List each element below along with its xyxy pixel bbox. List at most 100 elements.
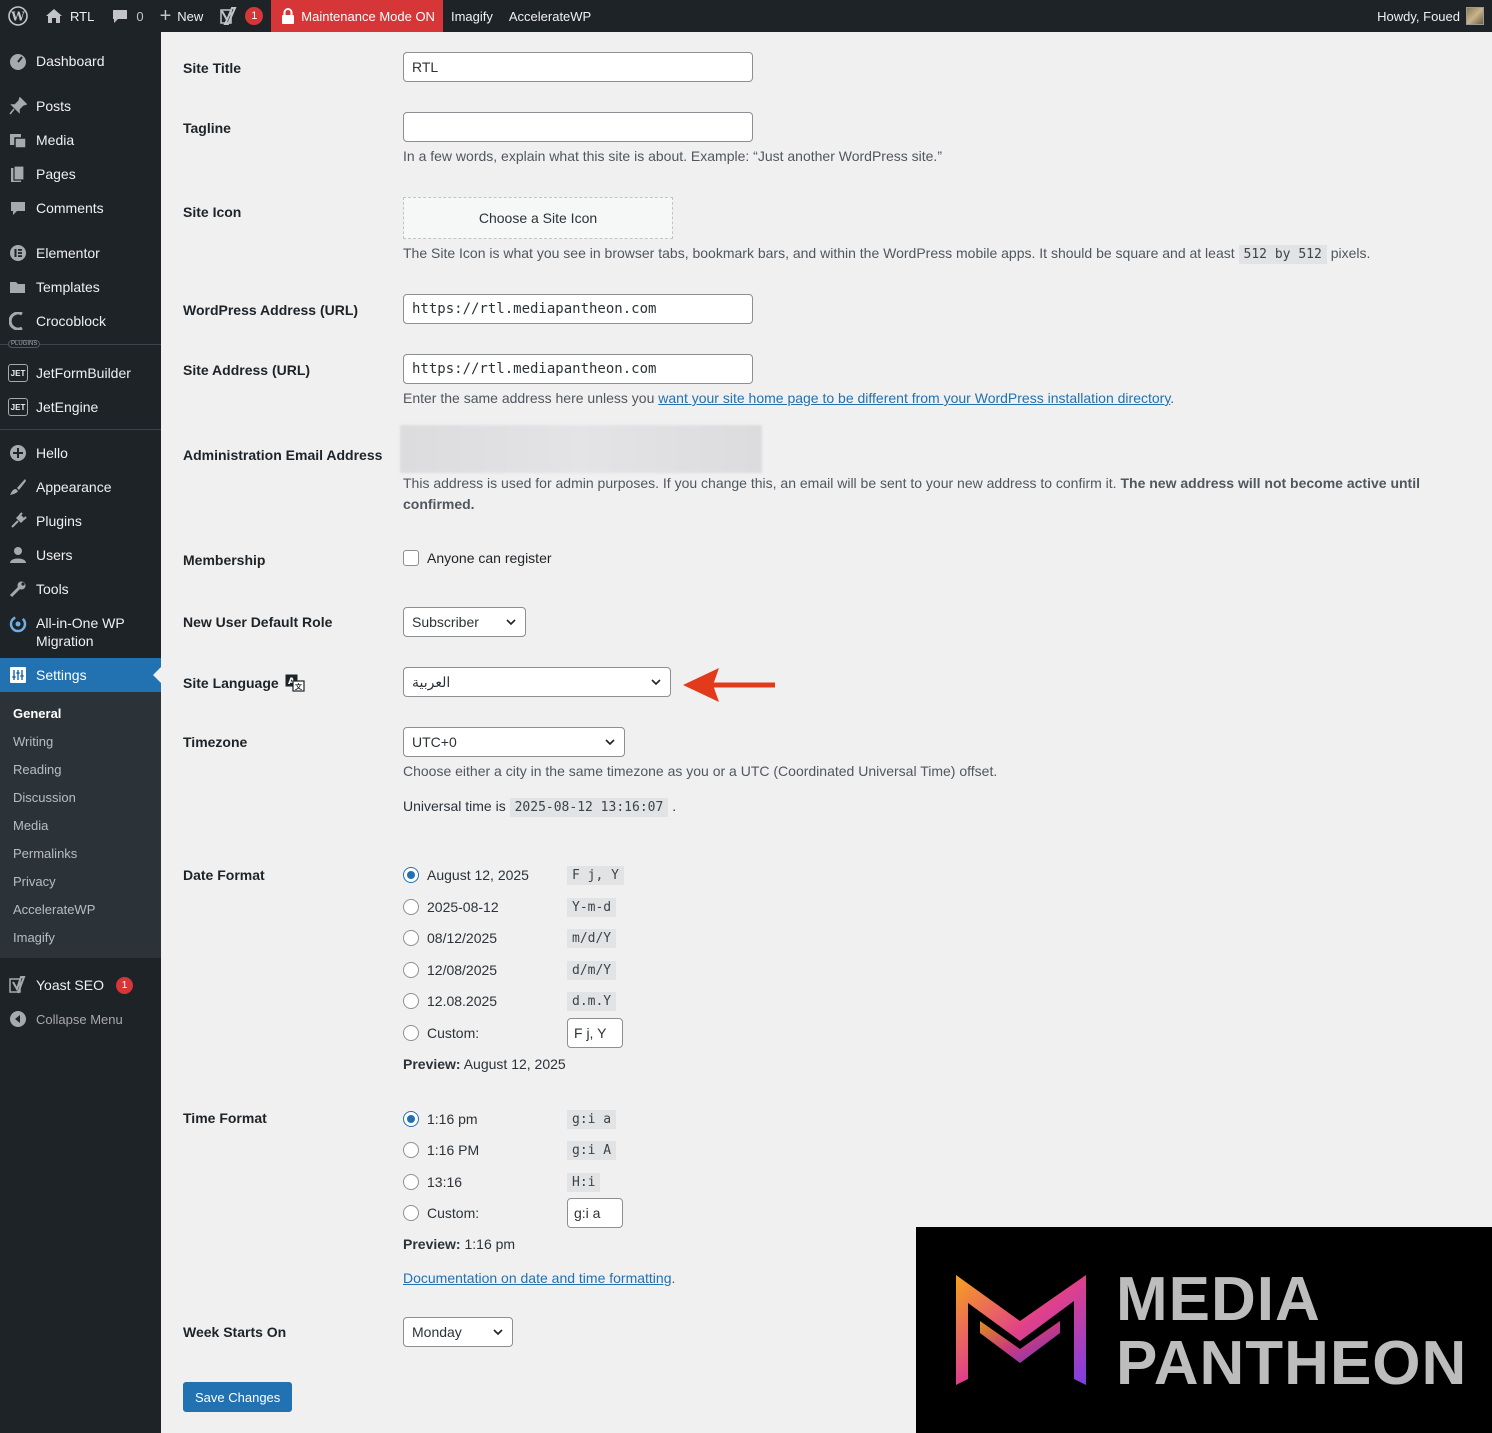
universal-time: Universal time is 2025-08-12 13:16:07 . (403, 796, 676, 818)
date-format-option[interactable]: 08/12/2025 m/d/Y (403, 927, 617, 949)
submenu-reading[interactable]: Reading (0, 755, 161, 783)
submenu-general[interactable]: General (0, 699, 161, 727)
pages-icon (8, 164, 28, 184)
default-role-value: Subscriber (412, 614, 479, 630)
date-format-option-label: 08/12/2025 (427, 930, 498, 946)
date-format-radio[interactable] (403, 962, 419, 978)
date-format-custom-option[interactable]: Custom: F j, Y (403, 1018, 623, 1048)
menu-all-in-one-migration[interactable]: All-in-One WP Migration (0, 606, 161, 658)
timezone-select[interactable]: UTC+0 (403, 727, 625, 757)
week-starts-select[interactable]: Monday (403, 1317, 513, 1347)
menu-crocoblock[interactable]: Crocoblock (0, 304, 161, 338)
wordpress-logo-icon[interactable]: W (0, 0, 36, 32)
menu-pages[interactable]: Pages (0, 157, 161, 191)
date-format-radio[interactable] (403, 930, 419, 946)
date-time-docs-link[interactable]: Documentation on date and time formattin… (403, 1270, 672, 1286)
date-format-option[interactable]: 2025-08-12 Y-m-d (403, 896, 617, 918)
time-format-code: H:i (567, 1172, 601, 1192)
submenu-privacy[interactable]: Privacy (0, 867, 161, 895)
time-format-custom-input[interactable]: g:i a (567, 1198, 623, 1228)
submenu-imagify[interactable]: Imagify (0, 923, 161, 951)
save-changes-button[interactable]: Save Changes (183, 1382, 293, 1412)
date-format-option-label: August 12, 2025 (427, 867, 529, 883)
time-format-custom-option[interactable]: Custom: g:i a (403, 1198, 623, 1228)
date-format-option[interactable]: August 12, 2025 F j, Y (403, 864, 624, 886)
site-title-input[interactable]: RTL (403, 52, 753, 82)
choose-site-icon-button[interactable]: Choose a Site Icon (403, 197, 673, 239)
menu-settings-label: Settings (36, 667, 87, 683)
menu-posts[interactable]: Posts (0, 89, 161, 123)
time-format-radio[interactable] (403, 1142, 419, 1158)
yoast-icon (8, 975, 28, 995)
menu-templates[interactable]: Templates (0, 270, 161, 304)
menu-settings[interactable]: Settings (0, 658, 161, 692)
submenu-writing[interactable]: Writing (0, 727, 161, 755)
menu-jetformbuilder[interactable]: JET JetFormBuilder (0, 356, 161, 390)
menu-media[interactable]: Media (0, 123, 161, 157)
menu-users-label: Users (36, 547, 73, 563)
menu-elementor[interactable]: Elementor (0, 236, 161, 270)
tagline-label: Tagline (183, 120, 231, 136)
new-content-link[interactable]: + New (152, 0, 212, 32)
acceleratewp-link[interactable]: AccelerateWP (501, 0, 599, 32)
menu-plugins[interactable]: Plugins (0, 504, 161, 538)
submenu-acceleratewp[interactable]: AccelerateWP (0, 895, 161, 923)
time-format-option[interactable]: 1:16 pm g:i a (403, 1108, 617, 1130)
time-format-option[interactable]: 1:16 PM g:i A (403, 1139, 617, 1161)
date-format-radio[interactable] (403, 993, 419, 1009)
anyone-can-register-checkbox[interactable] (403, 550, 419, 566)
plugins-tag: PLUGINS (8, 340, 41, 348)
user-account-link[interactable]: Howdy, Foued (1369, 0, 1492, 32)
menu-yoast-seo[interactable]: Yoast SEO 1 (0, 968, 161, 1002)
submenu-media[interactable]: Media (0, 811, 161, 839)
membership-field: Anyone can register (403, 550, 552, 566)
date-format-option[interactable]: 12/08/2025 d/m/Y (403, 959, 617, 981)
watermark-line-2: PANTHEON (1116, 1329, 1468, 1398)
menu-tools[interactable]: Tools (0, 572, 161, 606)
jet-tag: JET (8, 398, 28, 416)
submenu-discussion[interactable]: Discussion (0, 783, 161, 811)
site-address-input[interactable]: https://rtl.mediapantheon.com (403, 354, 753, 384)
submenu-permalinks[interactable]: Permalinks (0, 839, 161, 867)
time-format-custom-radio[interactable] (403, 1205, 419, 1221)
date-format-option-label: 12/08/2025 (427, 962, 498, 978)
site-language-select[interactable]: العربية (403, 667, 671, 697)
yoast-icon (220, 7, 237, 25)
date-format-custom-input[interactable]: F j, Y (567, 1018, 623, 1048)
time-format-radio[interactable] (403, 1111, 419, 1127)
annotation-arrow-icon (683, 668, 775, 702)
date-format-option[interactable]: 12.08.2025 d.m.Y (403, 990, 617, 1012)
site-icon-desc-post: pixels. (1330, 245, 1371, 261)
date-format-radio[interactable] (403, 899, 419, 915)
date-format-preview: Preview: August 12, 2025 (403, 1054, 566, 1075)
time-format-option[interactable]: 13:16 H:i (403, 1171, 601, 1193)
maintenance-mode-link[interactable]: Maintenance Mode ON (271, 0, 443, 32)
menu-tools-label: Tools (36, 581, 69, 597)
default-role-select[interactable]: Subscriber (403, 607, 526, 637)
jet-icon: JET (8, 397, 28, 417)
site-title-label: Site Title (183, 60, 242, 76)
imagify-link[interactable]: Imagify (443, 0, 501, 32)
menu-dashboard[interactable]: Dashboard (0, 44, 161, 78)
wordpress-address-input[interactable]: https://rtl.mediapantheon.com (403, 294, 753, 324)
date-format-custom-radio[interactable] (403, 1025, 419, 1041)
admin-email-input-redacted[interactable] (400, 425, 762, 473)
wordpress-address-label: WordPress Address (URL) (183, 302, 359, 318)
time-format-radio[interactable] (403, 1174, 419, 1190)
menu-comments[interactable]: Comments (0, 191, 161, 225)
collapse-menu-button[interactable]: Collapse Menu (0, 1002, 161, 1036)
menu-jetengine[interactable]: JET JetEngine (0, 390, 161, 424)
yoast-link[interactable]: 1 (211, 0, 271, 32)
chevron-down-icon (506, 619, 516, 626)
menu-users[interactable]: Users (0, 538, 161, 572)
jet-tag: JET (8, 364, 28, 382)
menu-hello[interactable]: Hello (0, 436, 161, 470)
comments-link[interactable]: 0 (102, 0, 151, 32)
menu-appearance[interactable]: Appearance (0, 470, 161, 504)
timezone-label: Timezone (183, 734, 248, 750)
site-name-link[interactable]: RTL (36, 0, 102, 32)
tagline-input[interactable] (403, 112, 753, 142)
universal-time-label: Universal time is (403, 798, 506, 814)
site-address-help-link[interactable]: want your site home page to be different… (658, 390, 1170, 406)
date-format-radio[interactable] (403, 867, 419, 883)
